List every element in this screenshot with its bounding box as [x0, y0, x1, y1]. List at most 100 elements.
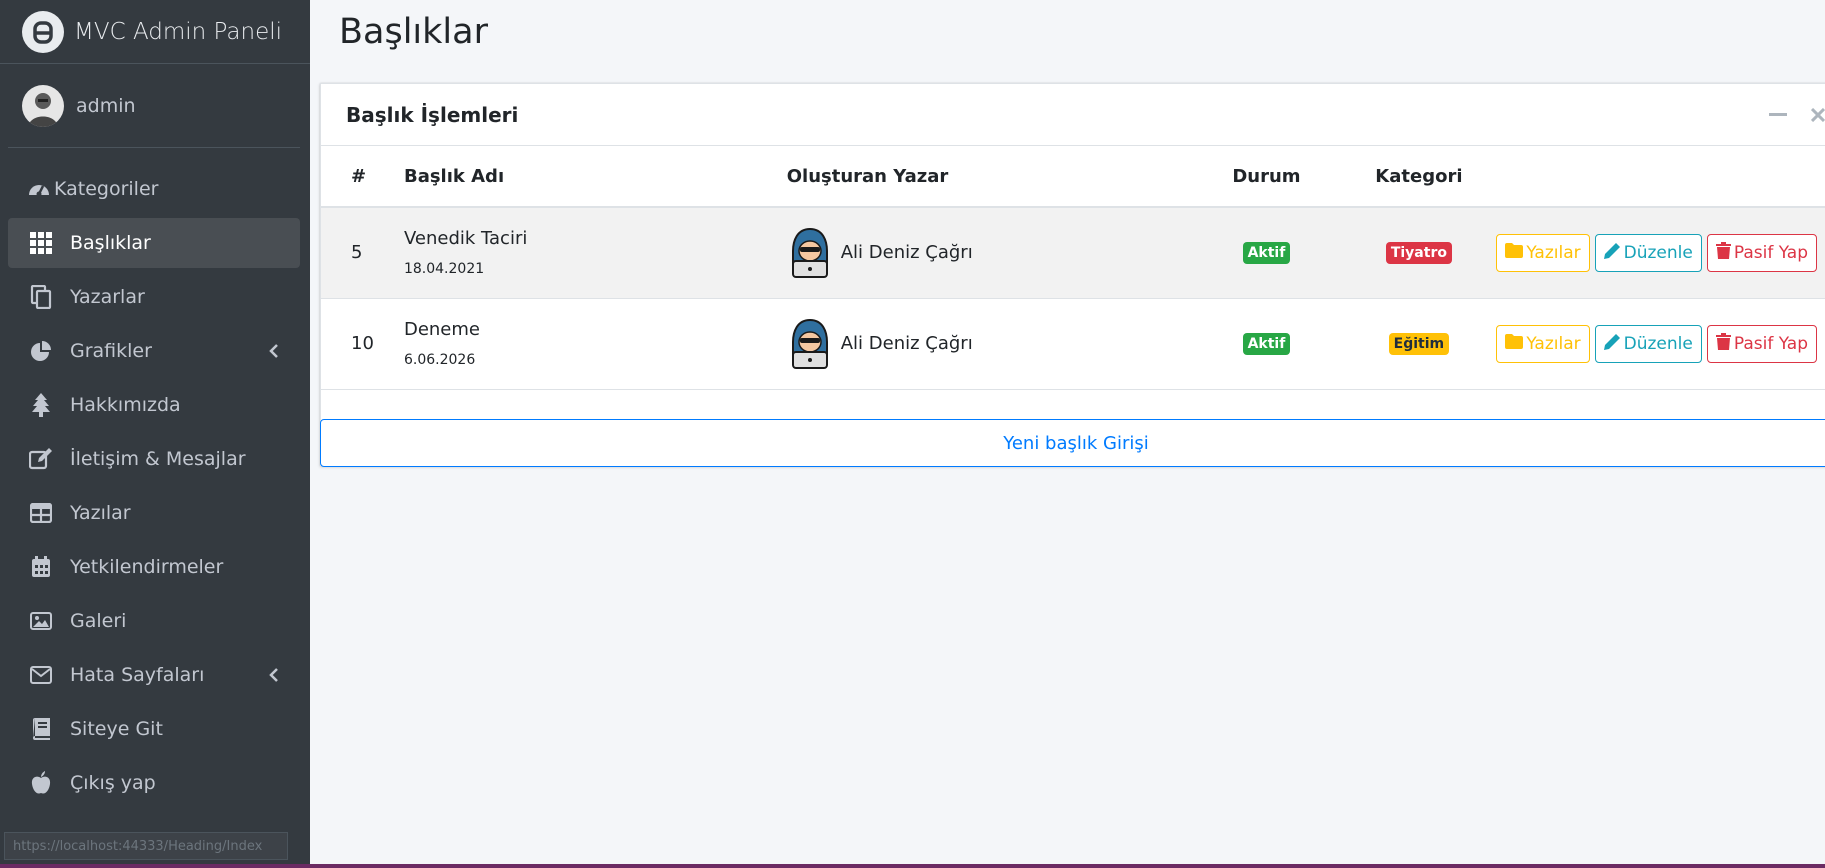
column-header-actions — [1496, 146, 1825, 208]
deactivate-button[interactable]: Pasif Yap — [1706, 324, 1817, 363]
sidebar-item-label: İletişim & Mesajlar — [70, 448, 246, 470]
posts-button[interactable]: Yazılar — [1496, 324, 1590, 363]
sidebar-item-grafikler[interactable]: Grafikler — [8, 326, 300, 376]
sidebar-item-label: Hakkımızda — [70, 394, 181, 416]
category-badge: Tiyatro — [1385, 242, 1452, 265]
sidebar-item-siteye-git[interactable]: Siteye Git — [8, 704, 300, 754]
book-icon — [28, 716, 54, 742]
headings-table: # Başlık Adı Oluşturan Yazar Durum Kateg… — [321, 146, 1825, 390]
th-grid-icon — [28, 230, 54, 256]
avatar — [22, 84, 64, 127]
deactivate-button[interactable]: Pasif Yap — [1706, 233, 1817, 272]
table-header-row: # Başlık Adı Oluşturan Yazar Durum Kateg… — [321, 146, 1825, 208]
copy-icon — [28, 284, 54, 310]
heading-date: 18.04.2021 — [403, 261, 485, 278]
edit-button[interactable]: Düzenle — [1594, 324, 1702, 363]
row-status-cell: Aktif — [1191, 207, 1341, 298]
category-badge: Eğitim — [1388, 333, 1450, 355]
sidebar-item-yazilar[interactable]: Yazılar — [8, 488, 300, 538]
column-header-title: Başlık Adı — [403, 146, 787, 208]
sidebar-item-hakkimizda[interactable]: Hakkımızda — [8, 380, 300, 430]
deactivate-button-label: Pasif Yap — [1733, 333, 1808, 354]
posts-button-label: Yazılar — [1526, 333, 1581, 354]
heading-title: Deneme — [403, 319, 480, 340]
sidebar-item-yazarlar[interactable]: Yazarlar — [8, 272, 300, 322]
author-avatar-icon — [787, 318, 833, 370]
row-author-cell: Ali Deniz Çağrı — [787, 207, 1192, 298]
status-badge: Aktif — [1242, 333, 1291, 355]
folder-icon — [1505, 333, 1524, 354]
edit-button-label: Düzenle — [1623, 242, 1693, 263]
user-name: admin — [76, 94, 136, 117]
page-title: Başlıklar — [339, 12, 488, 52]
status-bar-url: https://localhost:44333/Heading/Index — [4, 832, 288, 860]
pencil-icon — [1603, 242, 1621, 264]
tree-icon — [28, 392, 54, 418]
sidebar-item-label: Çıkış yap — [70, 772, 156, 794]
column-header-id: # — [321, 146, 404, 208]
sidebar-item-iletisim[interactable]: İletişim & Mesajlar — [8, 434, 300, 484]
edit-button-label: Düzenle — [1623, 333, 1693, 354]
row-actions-cell: Yazılar Düzenle Pasif Yap — [1496, 207, 1825, 298]
sidebar-item-label: Kategoriler — [54, 178, 159, 200]
sidebar-item-kategoriler[interactable]: Kategoriler — [8, 164, 300, 214]
row-author-cell: Ali Deniz Çağrı — [787, 298, 1192, 389]
row-title-cell: Venedik Taciri 18.04.2021 — [404, 207, 787, 298]
row-title-cell: Deneme 6.06.2026 — [404, 298, 787, 389]
row-actions-cell: Yazılar Düzenle Pasif Yap — [1496, 298, 1825, 389]
image-icon — [28, 608, 54, 634]
author-name: Ali Deniz Çağrı — [840, 242, 973, 264]
pie-chart-icon — [28, 338, 54, 364]
row-id: 5 — [351, 242, 363, 264]
table-row: 5 Venedik Taciri 18.04.2021 Ali Deniz Ça… — [321, 207, 1825, 298]
pencil-icon — [1603, 333, 1621, 355]
row-category-cell: Eğitim — [1341, 298, 1496, 389]
edit-icon — [28, 446, 54, 472]
sidebar-item-label: Grafikler — [70, 340, 152, 362]
row-category-cell: Tiyatro — [1341, 207, 1496, 298]
card-tools — [1765, 104, 1825, 126]
close-icon[interactable] — [1805, 104, 1825, 126]
tachometer-icon — [26, 176, 52, 202]
posts-button[interactable]: Yazılar — [1496, 233, 1590, 272]
heading-date: 6.06.2026 — [403, 352, 476, 368]
column-header-author: Oluşturan Yazar — [786, 146, 1192, 208]
table-row: 10 Deneme 6.06.2026 Ali Deniz Çağrı Akti… — [321, 298, 1825, 389]
trash-icon — [1715, 241, 1731, 264]
brand-title: MVC Admin Paneli — [74, 18, 282, 45]
taskbar-strip — [0, 864, 1825, 868]
author-name: Ali Deniz Çağrı — [840, 333, 973, 354]
card-header: Başlık İşlemleri — [321, 84, 1825, 146]
column-header-category: Kategori — [1341, 146, 1497, 208]
column-header-status: Durum — [1191, 146, 1342, 208]
sidebar-item-label: Yetkilendirmeler — [70, 556, 224, 578]
new-heading-button[interactable]: Yeni başlık Girişi — [320, 419, 1825, 467]
sidebar-item-label: Galeri — [70, 610, 127, 632]
sidebar-item-label: Yazılar — [70, 502, 131, 524]
sidebar-item-basliklar[interactable]: Başlıklar — [8, 218, 300, 268]
headings-card: Başlık İşlemleri # Başlık Adı Oluşturan … — [320, 83, 1825, 467]
user-panel[interactable]: admin — [8, 64, 300, 148]
sidebar-item-hata-sayfalari[interactable]: Hata Sayfaları — [8, 650, 300, 700]
edit-button[interactable]: Düzenle — [1594, 233, 1702, 272]
sidebar-item-yetkilendirmeler[interactable]: Yetkilendirmeler — [8, 542, 300, 592]
row-status-cell: Aktif — [1191, 298, 1341, 389]
main-content: Başlıklar Başlık İşlemleri # Başlık Adı … — [310, 0, 1825, 864]
sidebar-item-label: Yazarlar — [70, 286, 145, 308]
sidebar-item-cikis[interactable]: Çıkış yap — [8, 758, 300, 808]
card-title: Başlık İşlemleri — [346, 102, 519, 127]
sidebar-item-label: Başlıklar — [70, 232, 151, 254]
brand-link[interactable]: MVC Admin Paneli — [0, 0, 310, 64]
collapse-icon[interactable] — [1765, 104, 1791, 126]
table-icon — [28, 500, 54, 526]
sidebar-item-galeri[interactable]: Galeri — [8, 596, 300, 646]
chevron-left-icon — [264, 665, 284, 685]
brand-logo-icon — [22, 10, 64, 53]
row-id: 10 — [351, 333, 374, 354]
chevron-left-icon — [264, 341, 284, 361]
sidebar-item-label: Siteye Git — [70, 718, 163, 740]
status-badge: Aktif — [1242, 242, 1291, 265]
posts-button-label: Yazılar — [1526, 242, 1581, 263]
sidebar-item-label: Hata Sayfaları — [70, 664, 205, 686]
heading-title: Venedik Taciri — [403, 228, 528, 250]
